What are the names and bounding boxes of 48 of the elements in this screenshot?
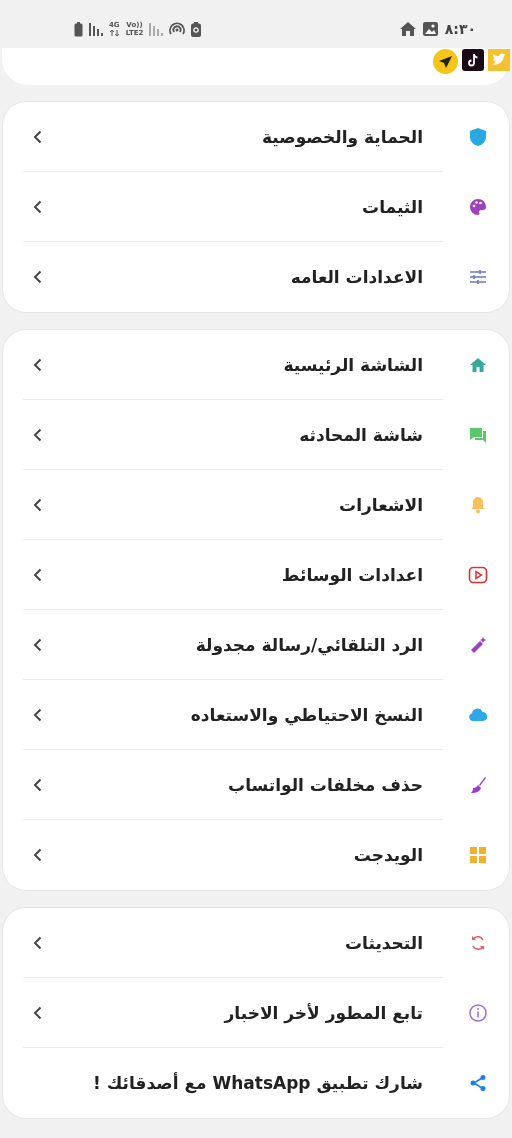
info-icon bbox=[468, 1003, 488, 1023]
chevron-icon[interactable] bbox=[33, 427, 42, 442]
menu-item[interactable]: النسخ الاحتياطي والاستعاده bbox=[190, 704, 423, 725]
share-icon bbox=[468, 1073, 488, 1093]
chevron-icon[interactable] bbox=[33, 357, 42, 372]
chevron-icon[interactable] bbox=[33, 707, 42, 722]
data-arrows-icon bbox=[109, 30, 119, 36]
chevron-icon[interactable] bbox=[33, 935, 42, 950]
menu-item[interactable]: حذف مخلفات الواتساب bbox=[228, 774, 423, 795]
chevron-icon[interactable] bbox=[33, 199, 42, 214]
menu-item[interactable]: الحماية والخصوصية bbox=[262, 126, 423, 147]
music-note-icon[interactable] bbox=[462, 49, 484, 71]
battery-icon bbox=[74, 21, 83, 37]
menu-item[interactable]: الاشعارات bbox=[339, 494, 423, 515]
broom-icon bbox=[468, 775, 488, 795]
menu-item[interactable]: الثيمات bbox=[362, 196, 423, 217]
chevron-icon[interactable] bbox=[33, 497, 42, 512]
home-icon bbox=[468, 355, 488, 375]
menu-item[interactable]: الويدجت bbox=[353, 845, 423, 865]
sliders-icon bbox=[468, 267, 488, 287]
chevron-icon[interactable] bbox=[33, 129, 42, 144]
menu-item[interactable]: الرد التلقائي/رسالة مجدولة bbox=[195, 634, 423, 655]
menu-item[interactable]: الشاشة الرئيسية bbox=[283, 354, 423, 375]
paper-plane-icon[interactable] bbox=[433, 49, 458, 74]
chevron-icon[interactable] bbox=[33, 777, 42, 792]
menu-item[interactable]: شاشة المحادثه bbox=[299, 424, 423, 445]
menu-item[interactable]: الاعدادات العامه bbox=[290, 267, 423, 287]
chevron-icon[interactable] bbox=[33, 567, 42, 582]
chevron-icon[interactable] bbox=[33, 1005, 42, 1020]
play-icon bbox=[468, 565, 488, 585]
menu-item[interactable]: اعدادات الوسائط bbox=[281, 564, 423, 585]
menu-item[interactable]: شارك تطبيق WhatsApp مع أصدقائك ! bbox=[93, 1073, 423, 1093]
grid-icon bbox=[468, 845, 488, 865]
chat-icon bbox=[468, 425, 488, 445]
chevron-icon[interactable] bbox=[33, 270, 42, 284]
clock-time: ٨:٣٠ bbox=[444, 21, 476, 37]
home-icon bbox=[399, 22, 416, 36]
palette-icon bbox=[468, 197, 488, 217]
chevron-icon[interactable] bbox=[33, 848, 42, 862]
signal-icon bbox=[149, 22, 164, 36]
hotspot-icon bbox=[169, 21, 186, 37]
menu-item[interactable]: تابع المطور لأخر الاخبار bbox=[224, 1002, 423, 1023]
chevron-icon[interactable] bbox=[33, 637, 42, 652]
battery-icon bbox=[191, 21, 202, 37]
menu-item[interactable]: التحديثات bbox=[345, 932, 423, 953]
signal-icon bbox=[89, 22, 103, 36]
image-icon bbox=[422, 22, 438, 36]
shield-icon bbox=[468, 127, 488, 147]
